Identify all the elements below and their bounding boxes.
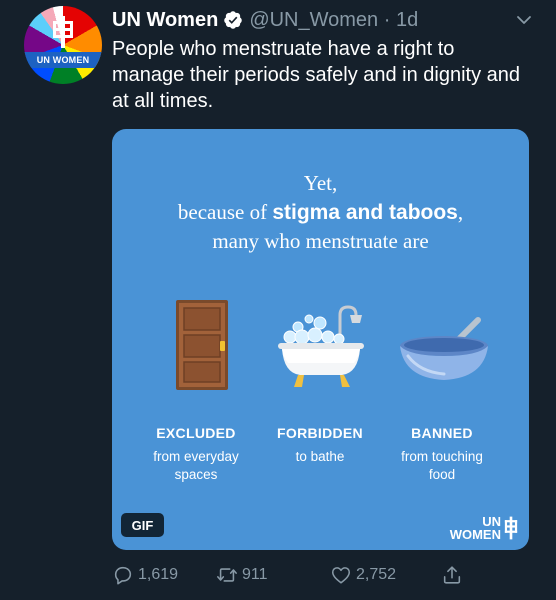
- heart-icon: [331, 567, 351, 584]
- item-banned: BANNED from touching food: [377, 425, 507, 484]
- un-women-emblem-icon: [504, 516, 518, 540]
- chevron-down-icon[interactable]: [514, 10, 534, 30]
- headline-prefix: because of: [177, 200, 273, 224]
- handle-and-time[interactable]: @UN_Women · 1d: [249, 9, 418, 32]
- author-name[interactable]: UN Women: [112, 9, 218, 32]
- retweet-button[interactable]: 911: [216, 562, 268, 588]
- share-button[interactable]: [441, 562, 467, 588]
- headline-line-3: many who menstruate are: [212, 229, 429, 253]
- reply-icon: [114, 566, 132, 585]
- item-label: FORBIDDEN: [277, 425, 363, 441]
- like-button[interactable]: 2,752: [330, 562, 396, 588]
- item-desc-line: from everyday: [153, 449, 239, 464]
- verified-badge-icon: [224, 11, 243, 29]
- action-bar: 1,619 911 2,752: [112, 562, 542, 588]
- un-women-logo: UN WOMEN: [450, 515, 518, 541]
- tweet-header: UN Women @UN_Women · 1d: [112, 6, 418, 34]
- gif-badge: GIF: [121, 513, 164, 537]
- bowl-with-spoon-icon: [400, 317, 488, 380]
- retweet-icon: [217, 568, 237, 582]
- share-icon: [443, 566, 461, 584]
- avatar[interactable]: UN WOMEN: [24, 6, 102, 84]
- item-description: to bathe: [255, 448, 385, 466]
- item-excluded: EXCLUDED from everyday spaces: [131, 425, 261, 484]
- item-label: EXCLUDED: [156, 425, 236, 441]
- item-forbidden: FORBIDDEN to bathe: [255, 425, 385, 466]
- retweet-count: 911: [242, 566, 268, 583]
- headline-line-1: Yet,: [303, 171, 338, 195]
- door-icon: [176, 300, 228, 390]
- item-desc-line: food: [428, 467, 456, 482]
- headline-bold: stigma and taboos: [272, 201, 458, 224]
- media-headline: Yet, because of stigma and taboos, many …: [112, 169, 529, 256]
- avatar-label: UN WOMEN: [24, 52, 102, 68]
- media-gif[interactable]: Yet, because of stigma and taboos, many …: [112, 129, 529, 550]
- bathtub-icon: [278, 305, 364, 387]
- item-description: from touching food: [377, 448, 507, 484]
- item-desc-line: spaces: [174, 467, 218, 482]
- like-count: 2,752: [356, 566, 397, 583]
- logo-text-women: WOMEN: [449, 527, 501, 542]
- item-label: BANNED: [411, 425, 473, 441]
- tweet: UN WOMEN UN Women @UN_Women · 1d People …: [0, 0, 556, 600]
- un-women-emblem-icon: [53, 16, 73, 48]
- reply-button[interactable]: 1,619: [112, 562, 178, 588]
- reply-count: 1,619: [138, 566, 179, 583]
- item-desc-line: from touching: [401, 449, 483, 464]
- tweet-text: People who menstruate have a right to ma…: [112, 38, 521, 112]
- headline-suffix: ,: [457, 200, 464, 224]
- item-desc-line: to bathe: [295, 449, 345, 464]
- headline-line-2: because of stigma and taboos,: [112, 198, 529, 227]
- item-description: from everyday spaces: [131, 448, 261, 484]
